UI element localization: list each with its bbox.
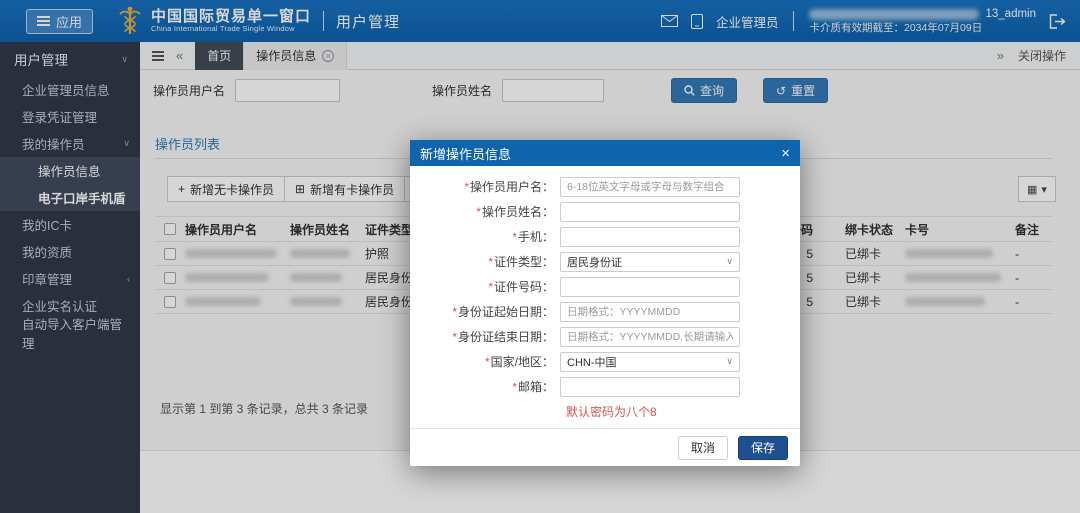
app-window: 应用 中国国际贸易单一窗口 China International Trade … — [0, 0, 1080, 513]
modal-title-bar: 新增操作员信息 × — [410, 140, 800, 166]
field-label: 操作员用户名： — [469, 180, 554, 194]
email-field[interactable] — [560, 376, 740, 397]
country-region-select[interactable]: CHN-中国 ∨ — [560, 351, 740, 372]
operator-username-field[interactable] — [560, 176, 740, 197]
field-label: 证件类型： — [493, 255, 554, 269]
required-mark: * — [488, 255, 493, 269]
cert-number-field[interactable] — [560, 276, 740, 297]
save-button[interactable]: 保存 — [737, 435, 788, 460]
select-value: 居民身份证 — [567, 256, 622, 269]
cert-type-select[interactable]: 居民身份证 ∨ — [560, 251, 740, 272]
chevron-down-icon: ∨ — [726, 256, 733, 266]
default-password-note: 默认密码为八个8 — [566, 405, 657, 419]
chevron-down-icon: ∨ — [726, 356, 733, 366]
cancel-button[interactable]: 取消 — [677, 435, 728, 460]
operator-name-field[interactable] — [560, 201, 740, 222]
field-label: 身份证起始日期： — [457, 305, 554, 319]
required-mark: * — [476, 205, 481, 219]
required-mark: * — [464, 180, 469, 194]
modal-form: *操作员用户名： *操作员姓名： *手机： *证件类型： 居民身份证 ∨ — [410, 166, 800, 428]
field-label: 邮箱： — [517, 380, 554, 394]
modal-title: 新增操作员信息 — [420, 146, 512, 162]
mobile-field[interactable] — [560, 226, 740, 247]
field-label: 手机： — [517, 230, 554, 244]
required-mark: * — [484, 355, 490, 369]
add-operator-modal: 新增操作员信息 × *操作员用户名： *操作员姓名： *手机： *证件类型： 居… — [410, 140, 800, 466]
field-label: 证件号码： — [493, 280, 554, 294]
required-mark: * — [452, 305, 457, 319]
modal-footer: 取消 保存 — [410, 428, 800, 466]
field-label: 国家/地区： — [490, 355, 554, 369]
required-mark: * — [512, 380, 517, 394]
modal-close-icon[interactable]: × — [781, 146, 790, 161]
field-label: 操作员姓名： — [481, 205, 554, 219]
field-label: 身份证结束日期： — [457, 330, 554, 344]
required-mark: * — [452, 330, 457, 344]
id-start-date-field[interactable] — [560, 301, 740, 322]
required-mark: * — [512, 230, 517, 244]
id-end-date-field[interactable] — [560, 326, 740, 347]
required-mark: * — [488, 280, 493, 294]
select-value: CHN-中国 — [567, 356, 617, 369]
